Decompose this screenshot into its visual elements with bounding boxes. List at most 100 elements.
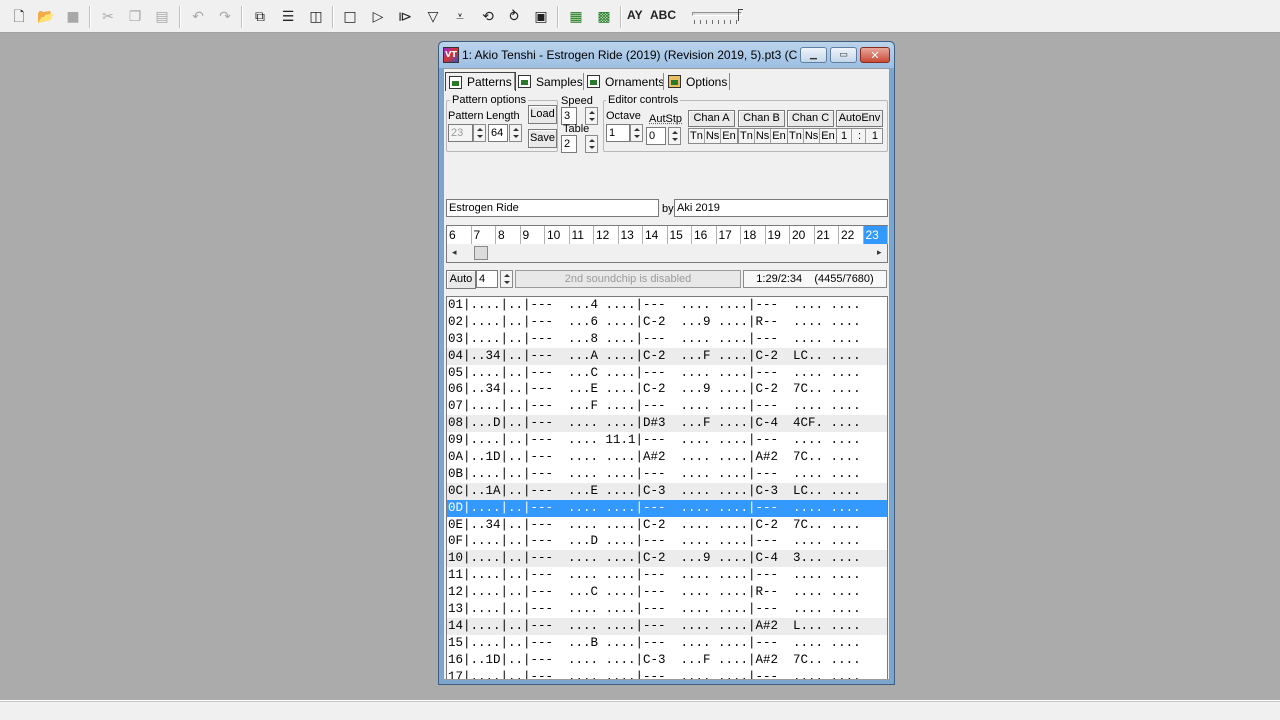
tile-vertical-icon[interactable]: ◫ xyxy=(305,6,327,28)
position-cell[interactable]: 8 xyxy=(496,226,521,244)
pattern-row[interactable]: 10|....|..|--- .... ....|C-2 ...9 ....|C… xyxy=(447,550,887,568)
autostep-spinner[interactable] xyxy=(668,127,681,145)
scroll-thumb[interactable] xyxy=(474,246,488,260)
chan-b-noise-toggle[interactable]: Ns xyxy=(755,129,772,143)
position-cell[interactable]: 19 xyxy=(766,226,790,244)
pattern-row[interactable]: 16|..1D|..|--- .... ....|C-3 ...F ....|A… xyxy=(447,652,887,669)
pattern-row[interactable]: 17|....|..|--- .... ....|--- .... ....|-… xyxy=(447,669,887,679)
pattern-length-spinner[interactable] xyxy=(509,124,522,142)
undo-icon[interactable]: ↶ xyxy=(187,6,209,28)
chan-a-button[interactable]: Chan A xyxy=(688,110,735,127)
position-cell[interactable]: 16 xyxy=(692,226,717,244)
paste-icon[interactable]: ▤ xyxy=(151,6,173,28)
tab-samples[interactable]: Samples xyxy=(518,72,583,91)
chan-b-button[interactable]: Chan B xyxy=(738,110,785,127)
pattern-row[interactable]: 14|....|..|--- .... ....|--- .... ....|A… xyxy=(447,617,887,635)
pattern-number-spinner[interactable] xyxy=(473,124,486,142)
autoenv-numerator[interactable]: 1 xyxy=(837,129,853,143)
tile-horizontal-icon[interactable]: ☰ xyxy=(277,6,299,28)
chan-c-envelope-toggle[interactable]: En xyxy=(820,129,835,143)
scroll-right-icon[interactable]: ▸ xyxy=(877,248,882,258)
stop-icon[interactable]: □ xyxy=(339,6,361,28)
octave-input[interactable]: 1 xyxy=(606,124,630,142)
autoenv-denominator[interactable]: 1 xyxy=(868,129,882,143)
ay-button[interactable]: AY xyxy=(627,8,643,22)
tab-patterns[interactable]: Patterns xyxy=(445,72,516,91)
position-cell[interactable]: 14 xyxy=(643,226,668,244)
positions-list[interactable]: 6 7 8 9 10 11 12 13 14 15 16 17 18 19 20 21 22 23 ◂ ▸ xyxy=(446,225,888,263)
pattern-row[interactable]: 02|....|..|--- ...6 ....|C-2 ...9 ....|R… xyxy=(447,314,887,331)
current-pattern-row[interactable]: 0D|....|..|--- .... ....|--- .... ....|-… xyxy=(447,499,887,517)
auto-step-spinner[interactable] xyxy=(500,270,513,288)
chan-a-noise-toggle[interactable]: Ns xyxy=(705,129,722,143)
tab-ornaments[interactable]: Ornaments xyxy=(587,72,664,91)
cut-icon[interactable]: ✂ xyxy=(97,6,119,28)
pattern-row[interactable]: 12|....|..|--- ...C ....|--- .... ....|R… xyxy=(447,584,887,601)
open-file-icon[interactable]: 📂 xyxy=(35,6,57,28)
pattern-row[interactable]: 01|....|..|--- ...4 ....|--- .... ....|-… xyxy=(447,297,887,314)
track-manager-icon[interactable]: ▩ xyxy=(593,6,615,28)
chan-c-button[interactable]: Chan C xyxy=(787,110,834,127)
position-cell[interactable]: 20 xyxy=(790,226,815,244)
position-cell[interactable]: 11 xyxy=(570,226,594,244)
abc-button[interactable]: ABC xyxy=(650,8,676,22)
chan-a-tone-toggle[interactable]: Tn xyxy=(689,129,705,143)
pattern-row[interactable]: 0A|..1D|..|--- .... ....|A#2 .... ....|A… xyxy=(447,449,887,466)
export-icon[interactable]: ▣ xyxy=(530,6,552,28)
pattern-row[interactable]: 06|..34|..|--- ...E ....|C-2 ...9 ....|C… xyxy=(447,381,887,398)
volume-slider[interactable] xyxy=(692,8,748,26)
play-pattern-from-line-icon[interactable]: ⩡ xyxy=(449,6,471,28)
chan-a-envelope-toggle[interactable]: En xyxy=(721,129,736,143)
redo-icon[interactable]: ↷ xyxy=(214,6,236,28)
table-input[interactable]: 2 xyxy=(561,135,577,153)
close-button[interactable]: ✕ xyxy=(860,47,890,63)
play-pattern-icon[interactable]: ⧐ xyxy=(394,6,416,28)
position-cell[interactable]: 17 xyxy=(717,226,741,244)
pattern-row[interactable]: 08|...D|..|--- .... ....|D#3 ...F ....|C… xyxy=(447,415,887,433)
autoenv-button[interactable]: AutoEnv xyxy=(836,110,883,127)
table-spinner[interactable] xyxy=(585,135,598,153)
pattern-length-input[interactable]: 64 xyxy=(488,124,508,142)
toggle-loop-icon[interactable]: ⥁ xyxy=(503,6,525,28)
position-cell[interactable]: 13 xyxy=(619,226,643,244)
pattern-row[interactable]: 0C|..1A|..|--- ...E ....|C-3 .... ....|C… xyxy=(447,482,887,500)
maximize-button[interactable]: ▭ xyxy=(830,47,857,63)
auto-step-input[interactable]: 4 xyxy=(476,270,498,288)
chan-b-envelope-toggle[interactable]: En xyxy=(771,129,786,143)
minimize-button[interactable]: ▁ xyxy=(800,47,827,63)
pattern-row[interactable]: 07|....|..|--- ...F ....|--- .... ....|-… xyxy=(447,398,887,415)
chan-b-tone-toggle[interactable]: Tn xyxy=(739,129,755,143)
pattern-row[interactable]: 03|....|..|--- ...8 ....|--- .... ....|-… xyxy=(447,331,887,348)
pattern-row[interactable]: 04|..34|..|--- ...A ....|C-2 ...F ....|C… xyxy=(447,347,887,365)
pattern-grid[interactable]: 01|....|..|--- ...4 ....|--- .... ....|-… xyxy=(446,296,888,679)
song-author-input[interactable]: Aki 2019 xyxy=(674,199,888,217)
save-pattern-button[interactable]: Save xyxy=(528,129,557,148)
pattern-row[interactable]: 0B|....|..|--- .... ....|--- .... ....|-… xyxy=(447,466,887,483)
position-cell[interactable]: 7 xyxy=(472,226,496,244)
slider-thumb[interactable] xyxy=(738,9,743,21)
position-cell[interactable]: 22 xyxy=(839,226,864,244)
octave-spinner[interactable] xyxy=(630,124,643,142)
load-pattern-button[interactable]: Load xyxy=(528,105,557,124)
position-cell[interactable]: 9 xyxy=(521,226,545,244)
scroll-left-icon[interactable]: ◂ xyxy=(452,248,457,258)
new-file-icon[interactable]: 🗋 xyxy=(8,6,30,28)
save-file-icon[interactable]: ■ xyxy=(62,6,84,28)
play-from-line-icon[interactable]: ▽ xyxy=(422,6,444,28)
play-icon[interactable]: ▷ xyxy=(367,6,389,28)
pattern-number-input[interactable]: 23 xyxy=(448,124,473,142)
position-cell[interactable]: 10 xyxy=(545,226,570,244)
position-cell[interactable]: 21 xyxy=(815,226,839,244)
pattern-row[interactable]: 13|....|..|--- .... ....|--- .... ....|-… xyxy=(447,601,887,618)
position-cell[interactable]: 6 xyxy=(447,226,472,244)
pattern-row[interactable]: 0E|..34|..|--- .... ....|C-2 .... ....|C… xyxy=(447,517,887,534)
pattern-row[interactable]: 05|....|..|--- ...C ....|--- .... ....|-… xyxy=(447,365,887,382)
window-titlebar[interactable]: VT 1: Akio Tenshi - Estrogen Ride (2019)… xyxy=(439,42,894,68)
pattern-row[interactable]: 15|....|..|--- ...B ....|--- .... ....|-… xyxy=(447,635,887,652)
pattern-row[interactable]: 0F|....|..|--- ...D ....|--- .... ....|-… xyxy=(447,533,887,550)
add-track-icon[interactable]: ▦ xyxy=(565,6,587,28)
autostep-input[interactable]: 0 xyxy=(646,127,666,145)
tab-options[interactable]: Options xyxy=(668,72,727,91)
chan-c-noise-toggle[interactable]: Ns xyxy=(804,129,821,143)
chan-c-tone-toggle[interactable]: Tn xyxy=(788,129,804,143)
